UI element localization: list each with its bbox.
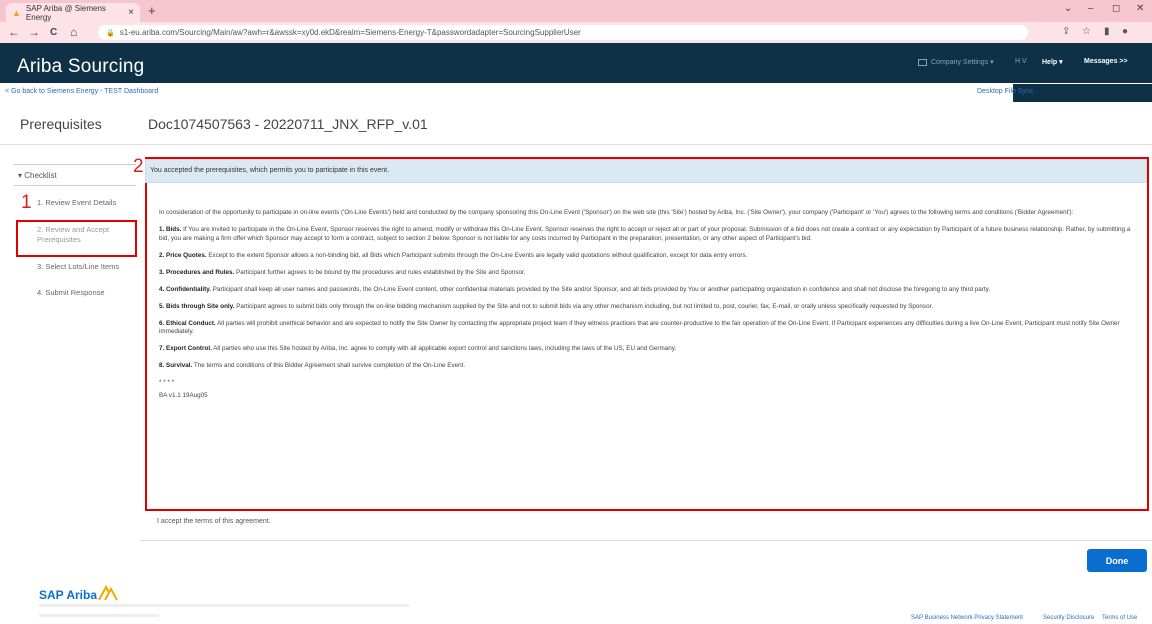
agreement-section: 7. Export Control. All parties who use t…	[159, 345, 677, 353]
window-close-button[interactable]: ✕	[1136, 3, 1144, 14]
back-to-dashboard-link[interactable]: < Go back to Siemens Energy - TEST Dashb…	[5, 88, 158, 95]
desktop-file-sync-link[interactable]: Desktop File Sync	[977, 88, 1033, 95]
browser-address-bar: ← → C ⌂ 🔒 s1-eu.ariba.com/Sourcing/Main/…	[0, 22, 1152, 43]
new-tab-button[interactable]: +	[148, 3, 156, 18]
profile-icon[interactable]: ●	[1122, 26, 1128, 37]
agreement-section: 2. Price Quotes. Except to the extent Sp…	[159, 251, 748, 259]
agreement-section: 4. Confidentiality. Participant shall ke…	[159, 285, 991, 293]
checklist-header[interactable]: ▾ Checklist	[14, 164, 136, 186]
bookmark-star-icon[interactable]: ☆	[1082, 26, 1091, 37]
minimize-button[interactable]: –	[1088, 3, 1094, 14]
page-title: Doc1074507563 - 20220711_JNX_RFP_v.01	[148, 116, 428, 132]
section-title: Prerequisites	[20, 116, 102, 132]
header-overflow-block	[1013, 84, 1152, 102]
restore-button[interactable]: ◻	[1112, 3, 1120, 14]
browser-tab[interactable]: ▲ SAP Ariba @ Siemens Energy ×	[6, 3, 140, 22]
agreement-section: 8. Survival. The terms and conditions of…	[159, 362, 466, 370]
sap-ariba-logo-text: SAP Ariba	[39, 588, 98, 602]
browser-tab-title: SAP Ariba @ Siemens Energy	[25, 3, 106, 22]
reload-icon[interactable]: C	[50, 27, 57, 38]
lock-icon: 🔒	[106, 29, 115, 37]
share-icon[interactable]: ⇪	[1062, 26, 1070, 37]
home-icon[interactable]: ⌂	[70, 25, 77, 39]
user-menu[interactable]: H V	[1015, 58, 1027, 65]
annotation-number-1: 1	[21, 192, 32, 213]
ariba-favicon-icon: ▲	[12, 7, 21, 18]
bidder-agreement-text: In consideration of the opportunity to p…	[159, 209, 1137, 409]
agreement-asterisks: * * * *	[159, 379, 175, 387]
url-field[interactable]: 🔒 s1-eu.ariba.com/Sourcing/Main/aw?awh=r…	[98, 25, 1028, 40]
divider	[0, 144, 1152, 145]
company-settings-label: Company Settings ▾	[931, 59, 994, 66]
checklist-step-review-event-details[interactable]: 1. Review Event Details	[37, 198, 116, 208]
browser-tab-strip: ▲ SAP Ariba @ Siemens Energy × + ⌄ – ◻ ✕	[0, 0, 1152, 22]
checklist-step-select-lots[interactable]: 3. Select Lots/Line Items	[37, 262, 119, 272]
agreement-intro: In consideration of the opportunity to p…	[159, 209, 1074, 216]
annotation-box-1	[16, 220, 137, 257]
terms-of-use-link[interactable]: Terms of Use	[1102, 615, 1137, 621]
agreement-version: BA v1.1 19Aug05	[159, 391, 208, 399]
sap-ariba-logo: SAP Ariba	[39, 585, 118, 602]
agreement-section: 1. Bids. If You are invited to participa…	[159, 225, 1131, 242]
back-icon[interactable]: ←	[8, 25, 20, 39]
app-header: Ariba Sourcing Company Settings ▾ H V He…	[0, 43, 1152, 83]
app-brand: Ariba Sourcing	[17, 56, 145, 77]
privacy-statement-link[interactable]: SAP Business Network Privacy Statement	[911, 615, 1023, 621]
footer-faint-line	[39, 614, 159, 617]
accept-terms-text: I accept the terms of this agreement.	[157, 518, 271, 525]
checklist-step-submit-response[interactable]: 4. Submit Response	[37, 288, 105, 298]
agreement-section: 6. Ethical Conduct. All parties will pro…	[159, 319, 1120, 336]
footer-faint-line	[39, 604, 409, 607]
security-disclosure-link[interactable]: Security Disclosure	[1043, 615, 1094, 621]
prerequisite-accepted-banner: You accepted the prerequisites, which pe…	[145, 159, 1147, 183]
done-button[interactable]: Done	[1087, 549, 1147, 572]
side-panel-icon[interactable]: ▮	[1104, 26, 1110, 37]
url-text: s1-eu.ariba.com/Sourcing/Main/aw?awh=r&a…	[119, 28, 581, 37]
agreement-section: 3. Procedures and Rules. Participant fur…	[159, 268, 526, 276]
company-settings-menu[interactable]: Company Settings ▾	[918, 58, 994, 66]
help-menu[interactable]: Help ▾	[1042, 58, 1063, 66]
tab-close-icon[interactable]: ×	[128, 7, 134, 18]
divider	[140, 540, 1152, 541]
agreement-section: 5. Bids through Site only. Participant a…	[159, 302, 934, 310]
grid-icon	[918, 58, 927, 66]
tab-search-chevron-icon[interactable]: ⌄	[1064, 3, 1072, 14]
forward-icon[interactable]: →	[28, 25, 40, 39]
ariba-logo-icon	[98, 585, 118, 601]
annotation-number-2: 2	[133, 156, 144, 177]
messages-link[interactable]: Messages >>	[1084, 58, 1128, 65]
